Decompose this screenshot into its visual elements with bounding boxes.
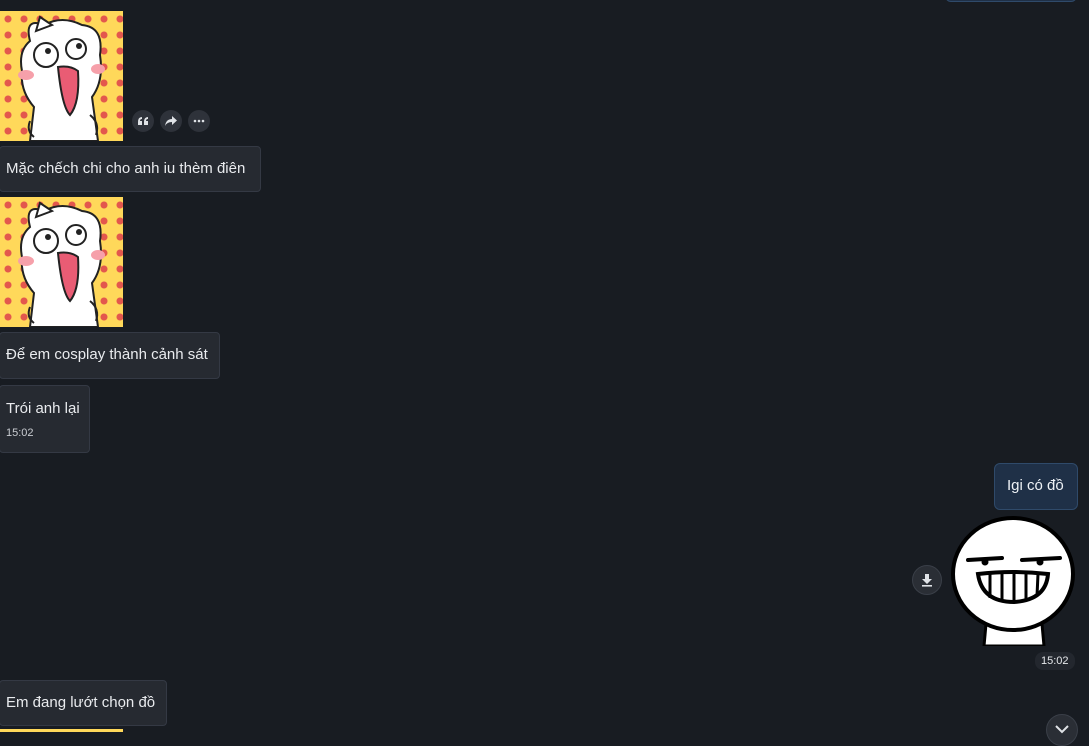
- quote-icon: [138, 117, 148, 125]
- message-text: Để em cosplay thành cảnh sát: [6, 346, 208, 363]
- cat-sticker-illustration: [18, 201, 105, 327]
- cat-sticker-illustration: [18, 15, 105, 141]
- sticker-cat[interactable]: [0, 197, 123, 327]
- message-text: Trói anh lại: [6, 400, 80, 417]
- incoming-message[interactable]: Mặc chếch chi cho anh iu thèm điên: [0, 146, 261, 192]
- incoming-message[interactable]: Để em cosplay thành cảnh sát: [0, 332, 220, 379]
- more-icon: [193, 119, 205, 123]
- outgoing-message[interactable]: Igi có đồ: [994, 463, 1078, 510]
- sticker-grin[interactable]: [948, 512, 1076, 648]
- chevron-down-icon: [1055, 725, 1069, 734]
- outgoing-bubble-partial: [945, 0, 1077, 2]
- sticker-cat[interactable]: [0, 11, 123, 141]
- message-text: Igi có đồ: [1007, 477, 1064, 494]
- sticker-time: 15:02: [1035, 652, 1075, 670]
- message-text: Em đang lướt chọn đồ: [6, 694, 156, 711]
- incoming-message[interactable]: Em đang lướt chọn đồ: [0, 680, 167, 726]
- quote-button[interactable]: [132, 110, 154, 132]
- incoming-message[interactable]: Trói anh lại 15:02: [0, 385, 90, 453]
- more-button[interactable]: [188, 110, 210, 132]
- download-icon: [922, 574, 932, 587]
- scroll-down-button[interactable]: [1046, 714, 1078, 746]
- grin-sticker-illustration: [951, 516, 1075, 648]
- forward-button[interactable]: [160, 110, 182, 132]
- download-button[interactable]: [912, 565, 942, 595]
- message-time: 15:02: [6, 427, 34, 439]
- message-text: Mặc chếch chi cho anh iu thèm điên: [6, 160, 246, 177]
- forward-icon: [165, 116, 177, 126]
